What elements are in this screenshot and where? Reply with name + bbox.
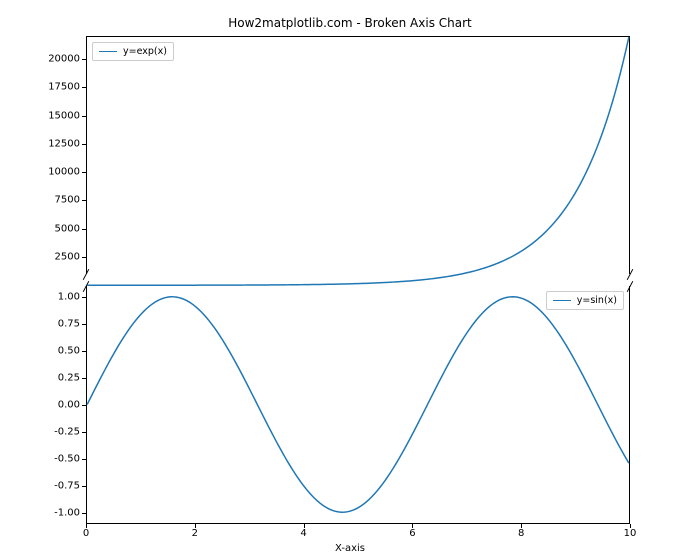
x-tick-mark: [86, 524, 87, 528]
y-tick-label: 0.75: [10, 318, 80, 329]
legend-top: y=exp(x): [92, 42, 174, 61]
x-tick-mark: [412, 524, 413, 528]
y-tick-mark: [82, 513, 86, 514]
x-axis-label: X-axis: [0, 543, 700, 554]
y-tick-mark: [82, 297, 86, 298]
y-tick-label: 5000: [10, 223, 80, 234]
y-tick-mark: [82, 459, 86, 460]
x-tick-mark: [304, 524, 305, 528]
y-tick-label: -0.75: [10, 481, 80, 492]
plot-bottom: [87, 286, 629, 523]
axis-break-icon: [83, 269, 90, 280]
y-tick-mark: [82, 59, 86, 60]
y-tick-mark: [82, 324, 86, 325]
y-tick-label: 20000: [10, 53, 80, 64]
y-tick-label: 17500: [10, 82, 80, 93]
y-tick-label: 15000: [10, 110, 80, 121]
y-tick-label: 0.25: [10, 372, 80, 383]
y-tick-mark: [82, 144, 86, 145]
x-tick-label: 0: [83, 528, 89, 539]
x-tick-label: 6: [409, 528, 415, 539]
x-tick-label: 2: [192, 528, 198, 539]
legend-swatch-icon: [99, 51, 117, 52]
figure: How2matplotlib.com - Broken Axis Chart y…: [0, 0, 700, 560]
y-tick-mark: [82, 116, 86, 117]
y-tick-mark: [82, 87, 86, 88]
y-tick-mark: [82, 351, 86, 352]
y-tick-mark: [82, 432, 86, 433]
y-tick-mark: [82, 405, 86, 406]
y-tick-label: 10000: [10, 167, 80, 178]
y-tick-label: 0.00: [10, 400, 80, 411]
chart-title: How2matplotlib.com - Broken Axis Chart: [0, 16, 700, 30]
y-tick-label: 7500: [10, 195, 80, 206]
x-tick-mark: [195, 524, 196, 528]
legend-bottom: y=sin(x): [546, 291, 624, 310]
y-tick-label: -0.50: [10, 454, 80, 465]
legend-label: y=exp(x): [123, 46, 167, 57]
plot-top: [87, 37, 629, 274]
y-tick-label: 12500: [10, 138, 80, 149]
x-tick-label: 8: [518, 528, 524, 539]
y-tick-mark: [82, 172, 86, 173]
x-tick-label: 10: [624, 528, 637, 539]
y-tick-mark: [82, 229, 86, 230]
x-tick-mark: [630, 524, 631, 528]
axes-bottom: y=sin(x): [86, 286, 630, 524]
y-tick-mark: [82, 378, 86, 379]
y-tick-label: -1.00: [10, 508, 80, 519]
y-tick-label: 0.50: [10, 345, 80, 356]
x-tick-mark: [521, 524, 522, 528]
legend-swatch-icon: [553, 300, 571, 301]
axes-top: y=exp(x): [86, 36, 630, 274]
y-tick-mark: [82, 200, 86, 201]
y-tick-mark: [82, 257, 86, 258]
y-tick-label: 2500: [10, 252, 80, 263]
y-tick-label: -0.25: [10, 427, 80, 438]
legend-label: y=sin(x): [577, 295, 617, 306]
y-tick-label: 1.00: [10, 291, 80, 302]
y-tick-mark: [82, 486, 86, 487]
x-tick-label: 4: [300, 528, 306, 539]
